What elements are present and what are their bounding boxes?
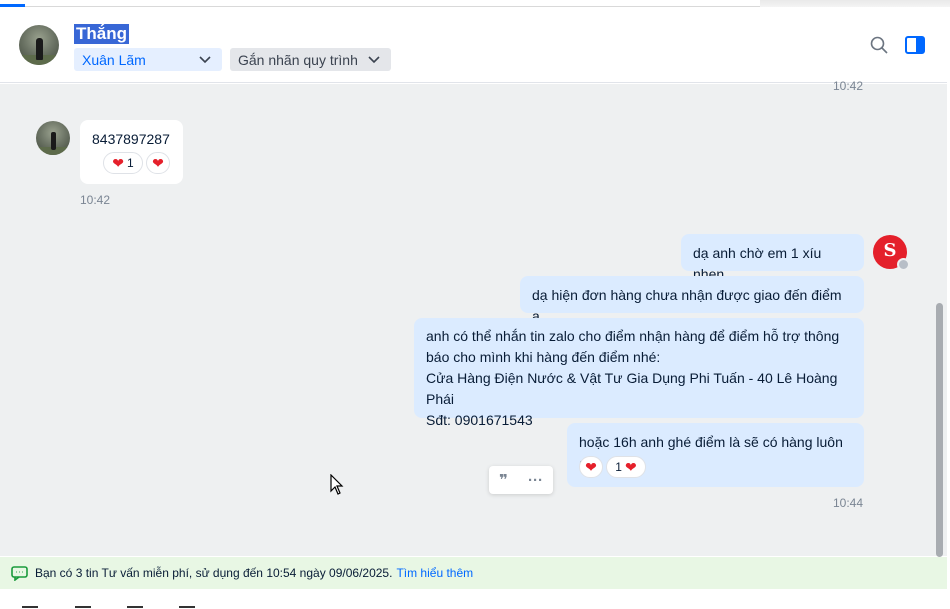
sender-avatar[interactable]	[36, 121, 70, 155]
assignee-label: Xuân Lãm	[82, 51, 146, 68]
outgoing-message[interactable]: hoặc 16h anh ghé điểm là sẽ có hàng luôn…	[567, 423, 864, 487]
chevron-down-icon	[368, 56, 380, 64]
heart-icon: ❤	[152, 155, 164, 171]
add-reaction-button[interactable]: ❤	[579, 456, 603, 478]
outgoing-message[interactable]: dạ anh chờ em 1 xíu nhen	[681, 234, 864, 282]
reaction-summary[interactable]: 1 ❤	[606, 456, 646, 478]
scrollbar-thumb[interactable]	[936, 303, 943, 557]
reaction-count: 1	[615, 459, 622, 474]
contact-avatar[interactable]	[19, 25, 59, 65]
message-line: Cửa Hàng Điện Nước & Vật Tư Gia Dụng Phi…	[426, 370, 838, 407]
message-timestamp: 10:44	[833, 496, 864, 510]
status-dot	[897, 258, 910, 271]
reaction-summary[interactable]: ❤ 1	[103, 152, 143, 174]
contact-name[interactable]: Thắng	[74, 24, 129, 44]
add-reaction-button[interactable]: ❤	[146, 152, 170, 174]
message-line: báo cho mình khi hàng đến điểm nhé:	[426, 349, 661, 365]
top-tab-strip	[0, 0, 950, 7]
shop-avatar[interactable]: S	[873, 235, 910, 271]
panel-toggle-icon[interactable]	[904, 34, 926, 56]
message-text: 8437897287	[92, 131, 170, 147]
heart-icon: ❤	[585, 459, 597, 475]
reaction-count: 1	[127, 156, 134, 170]
composer-toolbar	[0, 589, 947, 609]
assignee-dropdown[interactable]: Xuân Lãm	[74, 48, 222, 71]
mouse-cursor-icon	[330, 474, 344, 495]
message-timestamp: 10:42	[80, 193, 111, 207]
message-list[interactable]: 10:42 8437897287 ❤ 1 ❤ 10:42 S dạ anh ch…	[0, 79, 947, 556]
quote-icon[interactable]: ❞	[499, 471, 508, 489]
search-icon[interactable]	[869, 35, 889, 55]
more-icon[interactable]: ···	[528, 472, 543, 489]
heart-icon: ❤	[112, 155, 125, 171]
notice-text: Bạn có 3 tin Tư vấn miễn phí, sử dụng đế…	[35, 566, 393, 580]
tag-process-label: Gắn nhãn quy trình	[238, 51, 358, 68]
chevron-down-icon	[199, 56, 211, 64]
tag-process-dropdown[interactable]: Gắn nhãn quy trình	[230, 48, 391, 71]
heart-icon: ❤	[624, 459, 637, 475]
incoming-message[interactable]: 8437897287 ❤ 1 ❤	[80, 120, 183, 184]
chat-header: Thắng Xuân Lãm Gắn nhãn quy trình	[0, 7, 947, 83]
outgoing-message[interactable]: anh có thể nhắn tin zalo cho điểm nhận h…	[414, 318, 864, 428]
learn-more-link[interactable]: Tìm hiểu thêm	[396, 566, 473, 580]
free-consult-notice: Bạn có 3 tin Tư vấn miễn phí, sử dụng đế…	[0, 557, 947, 589]
outgoing-message[interactable]: dạ hiện đơn hàng chưa nhận được giao đến…	[520, 276, 864, 324]
message-timestamp: 10:42	[833, 79, 864, 93]
message-line: anh có thể nhắn tin zalo cho điểm nhận h…	[426, 328, 840, 344]
chat-info-icon	[11, 565, 28, 581]
message-hover-toolbar: ❞ ···	[489, 466, 553, 494]
